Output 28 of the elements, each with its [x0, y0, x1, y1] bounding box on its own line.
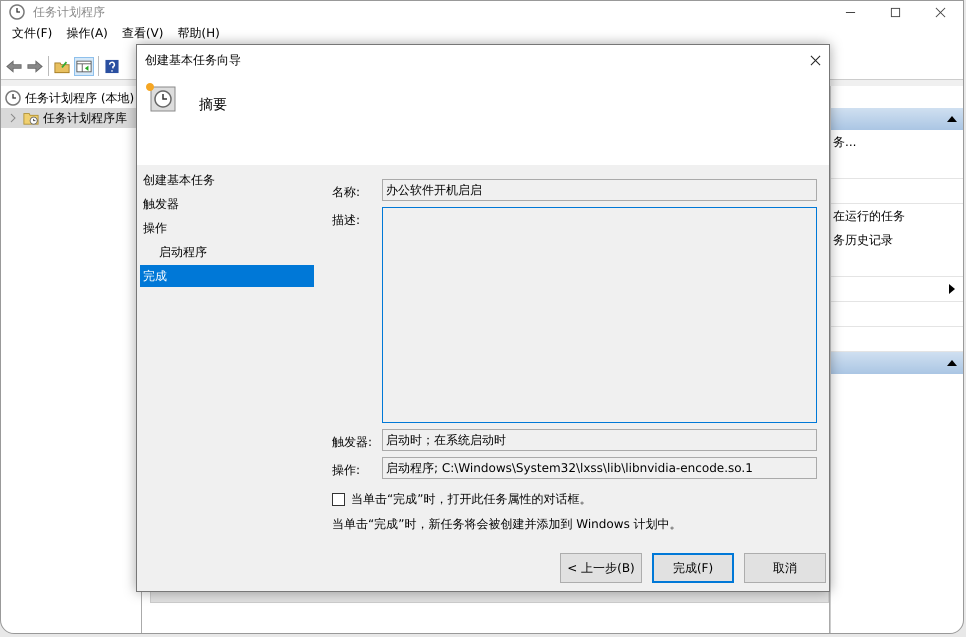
wizard-step[interactable]: 启动程序 [140, 241, 314, 263]
menu-item[interactable]: 查看(V) [114, 24, 170, 42]
wizard-step[interactable]: 创建基本任务 [140, 169, 314, 191]
wizard-step[interactable]: 操作 [140, 217, 314, 239]
wizard-step[interactable]: 完成 [140, 265, 314, 287]
field-label: 名称: [332, 184, 362, 201]
field-label: 操作: [332, 462, 362, 479]
text-field[interactable]: 办公软件开机启启 [382, 179, 817, 201]
menu-item[interactable]: 帮助(H) [170, 24, 227, 42]
dialog-button[interactable]: 取消 [744, 553, 826, 583]
menu-item[interactable]: 操作(A) [59, 24, 115, 42]
info-text: 当单击“完成”时，新任务将会被创建并添加到 Windows 计划中。 [332, 516, 683, 533]
finish-button[interactable]: 完成(F) [652, 553, 734, 583]
dialog-title: 创建基本任务向导 [145, 52, 241, 68]
tree-item[interactable]: 任务计划程序 (本地) [1, 88, 141, 108]
action-item[interactable]: 务历史记录 [833, 232, 893, 248]
wizard-step[interactable]: 触发器 [140, 193, 314, 215]
text-field[interactable]: 启动程序; C:\Windows\System32\lxss\lib\libnvidia-encode.so.1 [382, 457, 817, 479]
field-label: 描述: [332, 212, 362, 229]
action-item[interactable]: 在运行的任务 [833, 208, 905, 224]
window-title: 任务计划程序 [33, 4, 105, 20]
page-heading: 摘要 [199, 96, 227, 114]
action-item[interactable]: 务... [833, 134, 856, 150]
field-label: 触发器: [332, 434, 374, 451]
text-field[interactable]: 启动时；在系统启动时 [382, 429, 817, 451]
checkbox-label[interactable]: 当单击“完成”时，打开此任务属性的对话框。 [351, 491, 592, 508]
menu-item[interactable]: 文件(F) [5, 24, 60, 42]
dialog-button[interactable]: < 上一步(B) [560, 553, 642, 583]
